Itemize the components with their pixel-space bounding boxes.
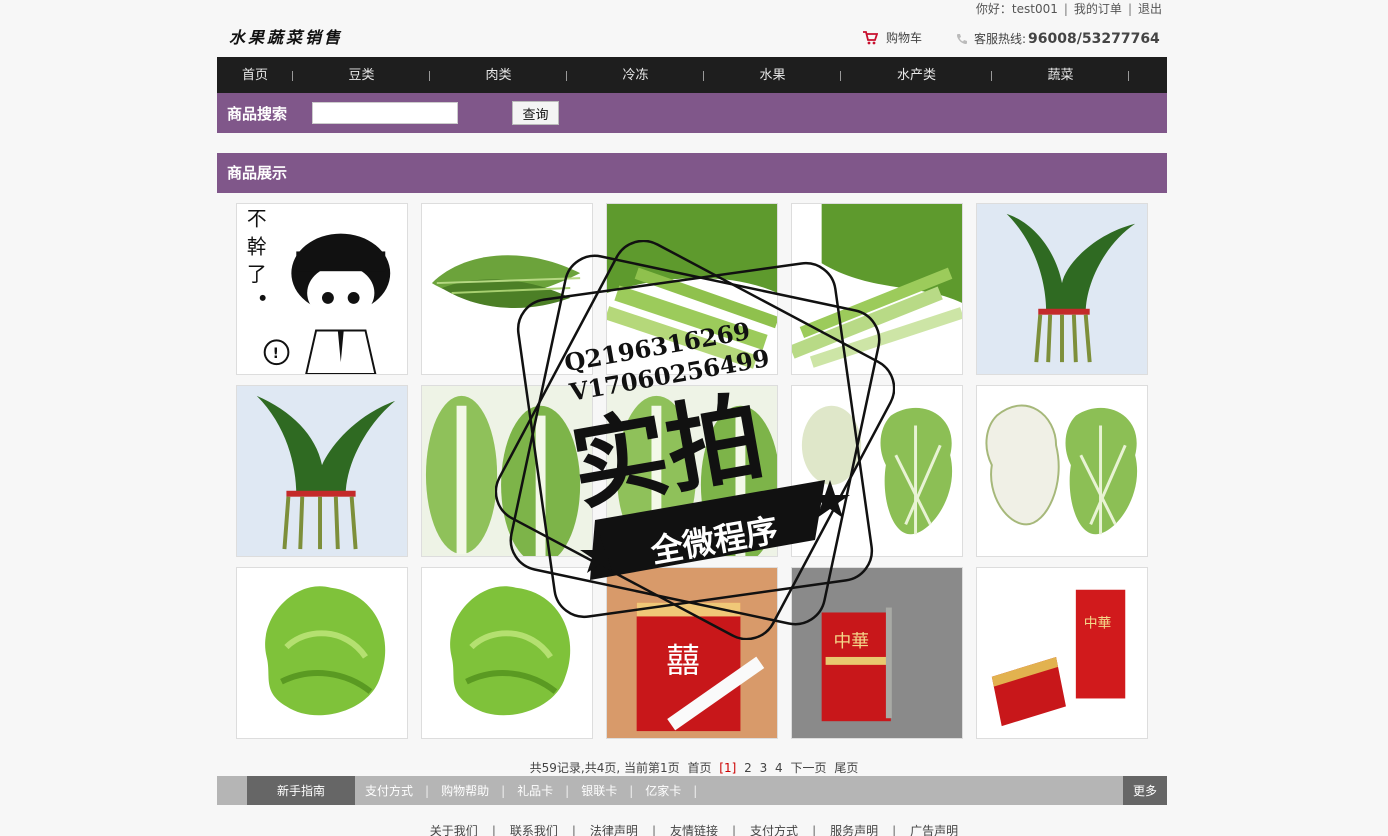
product-grid: 不 幹 了 ! 囍 中華 中華 — [236, 203, 1149, 739]
svg-text:中華: 中華 — [834, 631, 870, 652]
greeting-text: 你好：test001 — [975, 2, 1058, 16]
product-card[interactable] — [976, 385, 1148, 557]
footer-links: 支付方式 | 购物帮助 | 礼品卡 | 银联卡 | 亿家卡 | — [365, 782, 698, 799]
user-bar: 你好：test001 | 我的订单 | 退出 — [976, 0, 1162, 18]
cart-label: 购物车 — [886, 31, 923, 45]
product-image-cartoon: 不 幹 了 ! — [237, 204, 407, 374]
pager-first[interactable]: 首页 — [687, 761, 711, 775]
product-image-cigarette: 中華 — [977, 568, 1147, 738]
divider: | — [1127, 2, 1132, 16]
pager-last[interactable]: 尾页 — [834, 761, 858, 775]
footer-more-button[interactable]: 更多 — [1123, 776, 1167, 805]
main-nav: 首页 豆类 肉类 冷冻 水果 水产类 蔬菜 — [217, 57, 1167, 93]
product-image-cauliflower — [977, 386, 1147, 556]
product-card[interactable] — [791, 203, 963, 375]
nav-item-vegetables[interactable]: 蔬菜 — [992, 57, 1129, 93]
product-card[interactable] — [236, 385, 408, 557]
cart-link[interactable]: 购物车 — [862, 29, 922, 46]
product-image-cigarette: 囍 — [607, 568, 777, 738]
bottom-link-friends[interactable]: 友情链接 — [670, 824, 718, 836]
product-image-napa-cabbage — [607, 386, 777, 556]
site-logo[interactable]: 水果蔬菜销售 — [229, 24, 343, 48]
footer-nav: 新手指南 支付方式 | 购物帮助 | 礼品卡 | 银联卡 | 亿家卡 | 更多 — [217, 776, 1167, 805]
svg-text:!: ! — [273, 346, 279, 362]
footer-link-yijia[interactable]: 亿家卡 — [645, 782, 681, 799]
product-image-vegetable — [422, 204, 592, 374]
product-card[interactable] — [976, 203, 1148, 375]
product-card[interactable] — [421, 567, 593, 739]
logout-link[interactable]: 退出 — [1138, 0, 1162, 17]
my-orders-link[interactable]: 我的订单 — [1074, 0, 1122, 17]
pager-current: [1] — [719, 761, 737, 775]
pagination: 共59记录,共4页, 当前第1页 首页 [1] 2 3 4 下一页 尾页 — [0, 759, 1388, 776]
pager-page-3[interactable]: 3 — [760, 761, 768, 775]
nav-item-home[interactable]: 首页 — [217, 57, 293, 93]
svg-text:囍: 囍 — [666, 641, 700, 680]
product-image-celery — [607, 204, 777, 374]
bottom-link-contact[interactable]: 联系我们 — [510, 824, 558, 836]
svg-text:幹: 幹 — [247, 235, 267, 258]
product-card[interactable]: 中華 — [791, 567, 963, 739]
svg-text:不: 不 — [247, 208, 267, 231]
footer-link-help[interactable]: 购物帮助 — [441, 782, 489, 799]
bottom-link-service[interactable]: 服务声明 — [830, 824, 878, 836]
product-image-napa-cabbage — [422, 386, 592, 556]
nav-item-frozen[interactable]: 冷冻 — [567, 57, 704, 93]
bottom-link-payment[interactable]: 支付方式 — [750, 824, 798, 836]
pager-page-4[interactable]: 4 — [775, 761, 783, 775]
divider: | — [1063, 2, 1068, 16]
footer-link-giftcard[interactable]: 礼品卡 — [517, 782, 553, 799]
cart-icon — [863, 30, 878, 44]
search-bar: 商品搜索 查询 — [217, 93, 1167, 133]
product-card[interactable] — [606, 385, 778, 557]
product-image-chives — [977, 204, 1147, 374]
nav-item-fruit[interactable]: 水果 — [704, 57, 841, 93]
product-card[interactable] — [421, 385, 593, 557]
footer-link-unionpay[interactable]: 银联卡 — [581, 782, 617, 799]
product-image-lettuce — [237, 568, 407, 738]
search-input[interactable] — [312, 102, 458, 124]
svg-text:了: 了 — [247, 263, 267, 286]
bottom-link-about[interactable]: 关于我们 — [430, 824, 478, 836]
nav-item-meat[interactable]: 肉类 — [430, 57, 567, 93]
nav-item-seafood[interactable]: 水产类 — [841, 57, 992, 93]
nav-item-beans[interactable]: 豆类 — [293, 57, 430, 93]
svg-text:中華: 中華 — [1084, 615, 1112, 631]
product-image-cauliflower — [792, 386, 962, 556]
pager-next[interactable]: 下一页 — [791, 761, 827, 775]
product-image-cigarette: 中華 — [792, 568, 962, 738]
footer-tab-guide[interactable]: 新手指南 — [247, 776, 355, 805]
bottom-links: 关于我们 | 联系我们 | 法律声明 | 友情链接 | 支付方式 | 服务声明 | 广告声明 — [429, 824, 959, 836]
product-image-celery — [792, 204, 962, 374]
product-image-lettuce — [422, 568, 592, 738]
product-card[interactable] — [606, 203, 778, 375]
product-image-chives — [237, 386, 407, 556]
pager-page-2[interactable]: 2 — [744, 761, 752, 775]
product-card[interactable] — [421, 203, 593, 375]
product-card[interactable]: 中華 — [976, 567, 1148, 739]
product-card[interactable]: 不 幹 了 ! — [236, 203, 408, 375]
search-title: 商品搜索 — [227, 104, 288, 123]
product-card[interactable] — [791, 385, 963, 557]
bottom-link-ads[interactable]: 广告声明 — [910, 824, 958, 836]
bottom-link-legal[interactable]: 法律声明 — [590, 824, 638, 836]
product-section-title: 商品展示 — [217, 153, 1167, 193]
hotline: 客服热线: 96008/53277764 — [956, 30, 1160, 47]
pager-summary: 共59记录,共4页, 当前第1页 — [529, 761, 680, 775]
product-card[interactable] — [236, 567, 408, 739]
phone-icon — [957, 33, 967, 44]
hotline-number: 96008/53277764 — [1028, 30, 1160, 47]
search-button[interactable]: 查询 — [512, 101, 559, 125]
product-card[interactable]: 囍 — [606, 567, 778, 739]
hotline-label: 客服热线: — [974, 32, 1027, 46]
footer-link-payment[interactable]: 支付方式 — [365, 782, 413, 799]
